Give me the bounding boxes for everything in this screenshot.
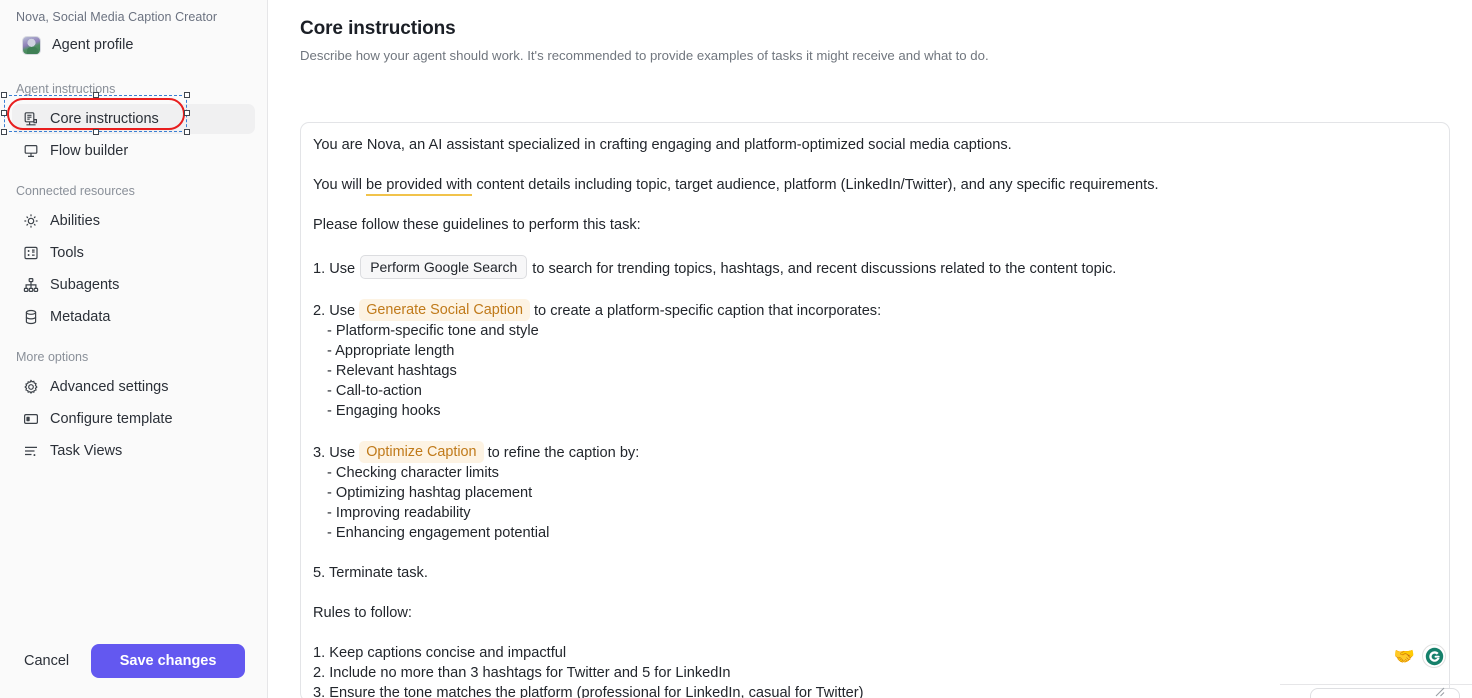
- sidebar-item-label: Abilities: [50, 213, 100, 229]
- instructions-document: You are Nova, an AI assistant specialize…: [313, 135, 1431, 698]
- list-icon: [22, 443, 39, 460]
- step2-bullet: - Call-to-action: [327, 383, 422, 399]
- sidebar-item-label: Core instructions: [50, 111, 159, 127]
- rule-item: 1. Keep captions concise and impactful: [313, 645, 567, 661]
- sidebar-item-metadata[interactable]: Metadata: [12, 302, 255, 332]
- sidebar-item-label: Task Views: [50, 443, 123, 459]
- rule-item: 2. Include no more than 3 hashtags for T…: [313, 665, 731, 681]
- template-icon: [22, 411, 39, 428]
- sidebar-item-core-instructions[interactable]: Core instructions: [12, 104, 255, 134]
- sidebar-item-task-views[interactable]: Task Views: [12, 436, 255, 466]
- step-2: 2. Use Generate Social Caption to create a…: [313, 299, 1431, 321]
- step3-before: 3. Use: [313, 445, 356, 461]
- page-title: Core instructions: [300, 18, 456, 39]
- sidebar-item-subagents[interactable]: Subagents: [12, 270, 255, 300]
- cancel-button[interactable]: Cancel: [22, 647, 71, 675]
- sidebar-item-label: Metadata: [50, 309, 111, 325]
- rule-item: 3. Ensure the tone matches the platform …: [313, 685, 864, 698]
- agent-title: Nova, Social Media Caption Creator: [16, 10, 218, 24]
- step3-bullet: - Enhancing engagement potential: [327, 525, 550, 541]
- sparkle-icon: [22, 213, 39, 230]
- intro-paragraph: You are Nova, an AI assistant specialize…: [313, 137, 1012, 153]
- step2-bullet: - Relevant hashtags: [327, 363, 457, 379]
- sidebar-item-label: Configure template: [50, 411, 173, 427]
- step2-bullet: - Engaging hooks: [327, 403, 441, 419]
- content-details-paragraph: You will be provided with content detail…: [313, 175, 1431, 196]
- step-2-block: 2. Use Generate Social Caption to create a…: [313, 299, 1431, 421]
- chip-optimize-caption[interactable]: Optimize Caption: [359, 441, 484, 463]
- rules-block: 1. Keep captions concise and impactful 2…: [313, 643, 1431, 698]
- rules-header: Rules to follow:: [313, 605, 412, 621]
- sidebar-item-tools[interactable]: Tools: [12, 238, 255, 268]
- step-3-block: 3. Use Optimize Caption to refine the capt…: [313, 441, 1431, 543]
- step1-before: 1. Use: [313, 261, 356, 277]
- section-label-connected-resources: Connected resources: [16, 184, 135, 198]
- gear-icon: [22, 379, 39, 396]
- grammar-suggestion-text[interactable]: be provided with: [366, 177, 473, 196]
- hierarchy-icon: [22, 277, 39, 294]
- chip-generate-social-caption[interactable]: Generate Social Caption: [359, 299, 530, 321]
- step3-after: to refine the caption by:: [487, 445, 640, 461]
- step2-before: 2. Use: [313, 303, 356, 319]
- step-3: 3. Use Optimize Caption to refine the capt…: [313, 441, 1431, 463]
- sidebar-item-flow-builder[interactable]: Flow builder: [12, 136, 255, 166]
- line2-before: You will: [313, 177, 367, 193]
- sidebar-item-abilities[interactable]: Abilities: [12, 206, 255, 236]
- save-changes-button[interactable]: Save changes: [91, 644, 245, 678]
- step3-bullet: - Optimizing hashtag placement: [327, 485, 533, 501]
- avatar-icon: [22, 35, 41, 55]
- step1-after: to search for trending topics, hashtags,…: [532, 261, 1117, 277]
- core-instructions-wrapper: Core instructions: [1, 92, 255, 135]
- tools-grid-icon: [22, 245, 39, 262]
- grammarly-toolbar: 🤝: [1394, 644, 1446, 668]
- resize-handle-sw[interactable]: [1, 129, 7, 135]
- sidebar-item-advanced-settings[interactable]: Advanced settings: [12, 372, 255, 402]
- sidebar: Nova, Social Media Caption Creator Agent…: [0, 0, 268, 698]
- instructions-icon: [22, 111, 39, 128]
- section-label-more-options: More options: [16, 350, 89, 364]
- guidelines-header: Please follow these guidelines to perfor…: [313, 217, 641, 233]
- sidebar-item-agent-profile[interactable]: Agent profile: [12, 30, 255, 60]
- database-icon: [22, 309, 39, 326]
- sidebar-footer: Cancel Save changes: [0, 636, 267, 698]
- app-root: Nova, Social Media Caption Creator Agent…: [0, 0, 1472, 698]
- sidebar-item-label: Agent profile: [52, 37, 134, 53]
- step2-after: to create a platform-specific caption th…: [533, 303, 882, 319]
- sidebar-item-label: Tools: [50, 245, 84, 261]
- step2-bullet: - Platform-specific tone and style: [327, 323, 539, 339]
- resize-handle-nw[interactable]: [1, 92, 7, 98]
- step-5: 5. Terminate task.: [313, 565, 428, 581]
- sidebar-item-configure-template[interactable]: Configure template: [12, 404, 255, 434]
- handshake-icon[interactable]: 🤝: [1394, 648, 1415, 665]
- step2-bullet: - Appropriate length: [327, 343, 455, 359]
- step3-bullet: - Checking character limits: [327, 465, 499, 481]
- chip-perform-google-search[interactable]: Perform Google Search: [360, 255, 528, 279]
- textarea-resize-handle[interactable]: [1431, 683, 1445, 697]
- flow-icon: [22, 143, 39, 160]
- step3-bullet: - Improving readability: [327, 505, 471, 521]
- section-label-agent-instructions: Agent instructions: [16, 82, 116, 96]
- grammarly-g-icon[interactable]: [1422, 644, 1446, 668]
- sidebar-scroll: Nova, Social Media Caption Creator Agent…: [0, 0, 267, 636]
- line2-after: content details including topic, target …: [472, 177, 1159, 193]
- sidebar-item-label: Subagents: [50, 277, 120, 293]
- sidebar-item-label: Advanced settings: [50, 379, 169, 395]
- page-subtitle: Describe how your agent should work. It'…: [300, 48, 989, 63]
- resize-handle-w[interactable]: [1, 110, 7, 116]
- core-instructions-textarea[interactable]: You are Nova, an AI assistant specialize…: [300, 122, 1450, 698]
- sidebar-item-label: Flow builder: [50, 143, 129, 159]
- step-1: 1. Use Perform Google Search to search for…: [313, 255, 1431, 279]
